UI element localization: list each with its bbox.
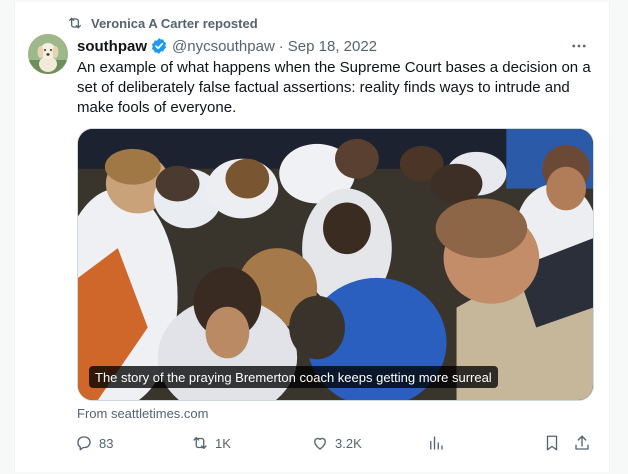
tweet-card[interactable]: Veronica A Carter reposted southpaw @nyc… <box>14 2 610 472</box>
author-name[interactable]: southpaw <box>77 38 147 55</box>
share-button[interactable] <box>573 432 591 454</box>
repost-count: 1K <box>215 435 231 451</box>
repost-icon <box>193 437 207 449</box>
reply-icon <box>77 436 91 451</box>
repost-label: Veronica A Carter reposted <box>91 15 258 31</box>
like-count: 3.2K <box>335 435 362 451</box>
author-handle[interactable]: @nycsouthpaw <box>172 38 275 55</box>
tweet-actions: 83 1K 3.2K <box>73 432 603 454</box>
views-button[interactable] <box>427 432 445 454</box>
header-separator: · <box>278 37 284 55</box>
verified-badge-icon[interactable] <box>150 37 168 55</box>
like-button[interactable]: 3.2K <box>311 432 362 454</box>
tweet-header: southpaw @nycsouthpaw · Sep 18, 2022 <box>77 36 377 56</box>
repost-button[interactable]: 1K <box>191 432 231 454</box>
bookmark-button[interactable] <box>543 432 561 454</box>
avatar[interactable] <box>28 34 68 74</box>
like-icon <box>314 437 326 450</box>
reply-count: 83 <box>99 435 114 451</box>
repost-icon <box>67 15 83 31</box>
link-card-caption[interactable]: The story of the praying Bremerton coach… <box>89 366 498 388</box>
share-icon <box>575 435 589 450</box>
link-source[interactable]: From seattletimes.com <box>77 406 208 421</box>
bookmark-icon <box>546 435 558 451</box>
tweet-date[interactable]: Sep 18, 2022 <box>288 38 377 55</box>
repost-indicator[interactable]: Veronica A Carter reposted <box>67 14 258 32</box>
reply-button[interactable]: 83 <box>75 432 113 454</box>
link-card-image[interactable]: The story of the praying Bremerton coach… <box>77 128 594 401</box>
views-icon <box>430 436 443 450</box>
more-icon[interactable] <box>569 36 589 56</box>
tweet-text: An example of what happens when the Supr… <box>77 59 591 116</box>
